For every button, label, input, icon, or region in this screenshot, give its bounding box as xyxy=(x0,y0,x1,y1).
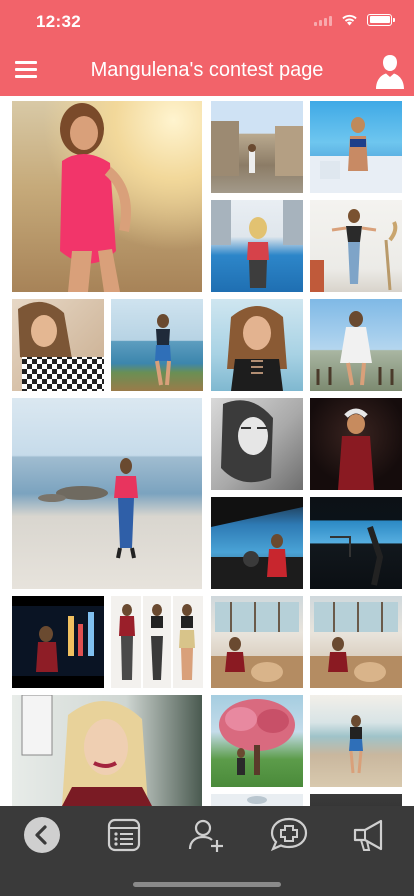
photo-triptych-outfits[interactable] xyxy=(111,596,203,688)
photo-beach-pink-sweater[interactable] xyxy=(12,398,202,589)
photo-beach-black-top[interactable] xyxy=(310,695,402,787)
photo-street-old-town[interactable] xyxy=(211,101,303,193)
list-icon xyxy=(107,818,141,852)
signal-icon xyxy=(314,14,332,26)
photo-blossom-tree[interactable] xyxy=(211,695,303,787)
photo-white-dress-pier[interactable] xyxy=(310,299,402,391)
photo-night-city[interactable] xyxy=(12,596,104,688)
photo-white-room-dancing[interactable] xyxy=(310,200,402,292)
photo-grid xyxy=(12,101,403,806)
home-indicator xyxy=(133,882,281,887)
page-title: Mangulena's contest page xyxy=(90,59,324,81)
photo-restaurant-1[interactable] xyxy=(211,596,303,688)
chat-plus-icon xyxy=(270,817,308,852)
profile-button[interactable] xyxy=(375,52,405,90)
photo-partial-bottom-2[interactable] xyxy=(310,794,402,806)
photo-blonde-portrait[interactable] xyxy=(12,695,202,806)
announce-button[interactable] xyxy=(350,814,392,856)
app-header: 12:32 Mangulena's contest page xyxy=(0,0,414,96)
photo-dark-red-outfit[interactable] xyxy=(310,398,402,490)
list-button[interactable] xyxy=(103,814,145,856)
photo-window-sea-view[interactable] xyxy=(211,497,303,589)
photo-dark-window-city[interactable] xyxy=(310,497,402,589)
battery-icon xyxy=(367,13,395,26)
user-silhouette-icon xyxy=(376,55,404,89)
vote-button[interactable] xyxy=(268,814,310,856)
photo-seaside-blue-top[interactable] xyxy=(111,299,203,391)
back-button[interactable] xyxy=(21,814,63,856)
status-icons xyxy=(314,13,395,26)
photo-pink-dress-beach[interactable] xyxy=(12,101,202,292)
photo-black-top-sea[interactable] xyxy=(211,299,303,391)
chevron-left-icon xyxy=(24,817,60,853)
add-user-button[interactable] xyxy=(186,814,228,856)
photo-pool-bikini[interactable] xyxy=(310,101,402,193)
megaphone-icon xyxy=(353,819,383,851)
photo-restaurant-2[interactable] xyxy=(310,596,402,688)
photo-partial-bottom-1[interactable] xyxy=(211,794,303,806)
status-time: 12:32 xyxy=(36,12,81,31)
photo-poolside-red-top[interactable] xyxy=(211,200,303,292)
wifi-icon xyxy=(342,14,357,26)
add-user-icon xyxy=(188,819,223,852)
photo-checked-shirt-portrait[interactable] xyxy=(12,299,104,391)
photo-black-white-portrait[interactable] xyxy=(211,398,303,490)
